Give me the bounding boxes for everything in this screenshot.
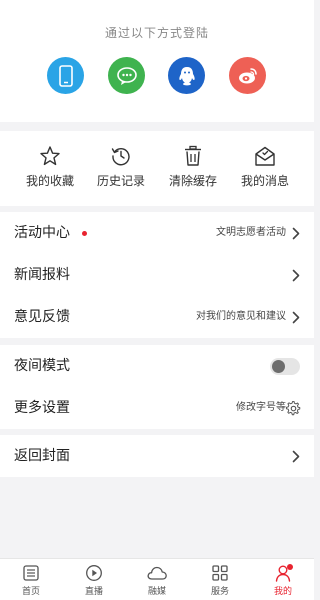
- favorites-button[interactable]: 我的收藏: [11, 145, 89, 195]
- weibo-login-button[interactable]: [229, 57, 266, 94]
- tab-media-label: 融媒: [147, 587, 166, 597]
- grid-icon: [212, 565, 228, 581]
- history-label: 历史记录: [96, 174, 145, 188]
- night-mode-row: 夜间模式: [0, 345, 314, 387]
- phone-login-button[interactable]: [47, 57, 84, 94]
- weibo-icon: [238, 67, 257, 83]
- chevron-right-icon: [292, 269, 300, 282]
- tab-services-label: 服务: [210, 587, 229, 597]
- tab-mine[interactable]: 我的: [253, 564, 313, 600]
- tab-live[interactable]: 直播: [64, 564, 124, 600]
- cloud-icon: [147, 566, 167, 580]
- back-cover-label: 返回封面: [14, 448, 70, 464]
- tab-live-label: 直播: [84, 587, 103, 597]
- chevron-right-icon: [292, 227, 300, 240]
- qq-icon: [178, 66, 195, 85]
- clear-cache-button[interactable]: 清除缓存: [154, 145, 232, 195]
- qq-login-button[interactable]: [168, 57, 205, 94]
- tab-home[interactable]: 首页: [1, 564, 61, 600]
- trash-icon: [185, 145, 201, 166]
- bottom-tab-bar: 首页 直播 融媒 服务 我的: [0, 558, 314, 600]
- activity-center-value: 文明志愿者活动: [216, 227, 286, 238]
- back-cover-row[interactable]: 返回封面: [0, 435, 314, 477]
- play-icon: [86, 565, 102, 581]
- feedback-label: 意见反馈: [14, 309, 70, 325]
- more-settings-row[interactable]: 更多设置 修改字号等: [0, 387, 314, 429]
- phone-icon: [58, 64, 73, 87]
- more-settings-value: 修改字号等: [236, 402, 286, 413]
- tab-notification-dot: [287, 564, 293, 570]
- more-settings-label: 更多设置: [14, 400, 70, 416]
- tab-mine-label: 我的: [273, 587, 292, 597]
- menu-group-cover: 返回封面: [0, 435, 314, 477]
- tab-home-label: 首页: [21, 587, 40, 597]
- feedback-row[interactable]: 意见反馈 对我们的意见和建议: [0, 296, 314, 338]
- chevron-right-icon: [292, 311, 300, 324]
- login-title: 通过以下方式登陆: [104, 26, 209, 40]
- news-report-label: 新闻报料: [14, 267, 70, 283]
- gear-icon: [286, 401, 301, 416]
- tab-services[interactable]: 服务: [190, 564, 250, 600]
- news-report-row[interactable]: 新闻报料: [0, 254, 314, 296]
- login-section: 通过以下方式登陆: [0, 0, 314, 122]
- favorites-label: 我的收藏: [25, 174, 74, 188]
- wechat-login-button[interactable]: [108, 57, 145, 94]
- chevron-right-icon: [292, 450, 300, 463]
- night-mode-toggle[interactable]: [270, 358, 300, 375]
- feedback-value: 对我们的意见和建议: [196, 311, 286, 322]
- envelope-icon: [255, 146, 275, 166]
- notification-dot: [82, 231, 87, 236]
- menu-group-main: 活动中心 文明志愿者活动 新闻报料 意见反馈 对我们的意见和建议: [0, 212, 314, 338]
- star-icon: [40, 146, 60, 166]
- messages-button[interactable]: 我的消息: [226, 145, 304, 195]
- history-icon: [111, 148, 130, 166]
- quick-actions-bar: 我的收藏 历史记录 清除缓存 我的消息: [0, 131, 314, 206]
- history-button[interactable]: 历史记录: [82, 145, 160, 195]
- menu-group-settings: 夜间模式 更多设置 修改字号等: [0, 345, 314, 429]
- home-list-icon: [23, 565, 39, 581]
- night-mode-label: 夜间模式: [14, 358, 70, 374]
- tab-media[interactable]: 融媒: [127, 564, 187, 600]
- clear-cache-label: 清除缓存: [168, 174, 217, 188]
- toggle-knob: [272, 360, 285, 373]
- activity-center-label: 活动中心: [14, 225, 70, 241]
- wechat-icon: [116, 66, 137, 85]
- activity-center-row[interactable]: 活动中心 文明志愿者活动: [0, 212, 314, 254]
- messages-label: 我的消息: [240, 174, 289, 188]
